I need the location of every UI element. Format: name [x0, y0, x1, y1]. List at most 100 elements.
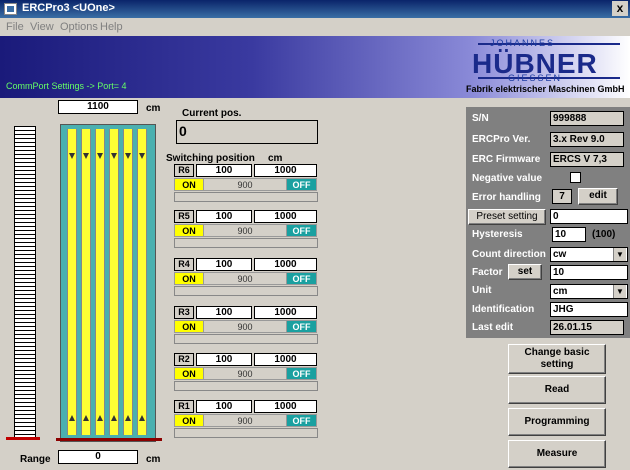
last-edit-value: 26.01.15 [550, 320, 624, 335]
switch-on-indicator: ON [174, 414, 204, 427]
switch-value-2[interactable]: 1000 [254, 164, 317, 177]
negative-value-checkbox[interactable] [570, 172, 581, 183]
programming-button[interactable]: Programming [508, 408, 606, 436]
switch-value-2[interactable]: 1000 [254, 353, 317, 366]
error-edit-button[interactable]: edit [578, 188, 618, 205]
hysteresis-hint: (100) [592, 229, 616, 240]
device-info-panel: S/N 999888 ERCPro Ver. 3.x Rev 9.0 ERC F… [466, 107, 630, 338]
app-icon [4, 3, 17, 15]
switch-status-field [174, 334, 318, 344]
switch-bar [95, 129, 105, 435]
identification-label: Identification [472, 304, 535, 315]
switch-id: R6 [174, 164, 194, 177]
error-handling-label: Error handling [472, 192, 541, 203]
firmware-label: ERC Firmware [472, 154, 541, 165]
switch-off-indicator: OFF [286, 224, 317, 237]
window-title: ERCPro3 <UOne> [22, 2, 115, 14]
menu-help[interactable]: Help [100, 21, 123, 33]
current-pos-label: Current pos. [182, 108, 242, 119]
switch-range-value: 900 [204, 320, 286, 333]
switch-value-2[interactable]: 1000 [254, 258, 317, 271]
hysteresis-input[interactable]: 10 [552, 227, 586, 242]
switch-range-value: 900 [204, 224, 286, 237]
switch-off-indicator: OFF [286, 367, 317, 380]
logo-top-text: JOHANNES [490, 38, 556, 48]
switch-value-2[interactable]: 1000 [254, 306, 317, 319]
range-label: Range [20, 454, 51, 465]
menu-options[interactable]: Options [60, 21, 98, 33]
negative-value-label: Negative value [472, 173, 543, 184]
preset-value-input[interactable]: 0 [550, 209, 628, 224]
menu-view[interactable]: View [30, 21, 54, 33]
count-direction-value: cw [553, 249, 567, 260]
unit-select[interactable]: cm ▼ [550, 284, 628, 299]
switch-value-1[interactable]: 100 [196, 400, 252, 413]
down-arrow-icon [139, 153, 145, 159]
measure-button[interactable]: Measure [508, 440, 606, 468]
chevron-down-icon[interactable]: ▼ [613, 248, 626, 261]
switch-range-value: 900 [204, 178, 286, 191]
switch-id: R4 [174, 258, 194, 271]
switch-id: R5 [174, 210, 194, 223]
switch-value-1[interactable]: 100 [196, 164, 252, 177]
sn-value: 999888 [550, 111, 624, 126]
up-arrow-icon [83, 415, 89, 421]
comm-port-status: CommPort Settings -> Port= 4 [6, 81, 127, 91]
switching-position-label: Switching position [166, 153, 255, 164]
chevron-down-icon[interactable]: ▼ [613, 285, 626, 298]
preset-setting-button[interactable]: Preset setting [468, 209, 546, 225]
down-arrow-icon [83, 153, 89, 159]
up-arrow-icon [125, 415, 131, 421]
switch-on-indicator: ON [174, 272, 204, 285]
unit-value: cm [553, 286, 568, 297]
down-arrow-icon [125, 153, 131, 159]
read-button[interactable]: Read [508, 376, 606, 404]
up-arrow-icon [111, 415, 117, 421]
switch-bar [109, 129, 119, 435]
firmware-value: ERCS V 7,3 [550, 152, 624, 167]
menu-file[interactable]: File [6, 21, 24, 33]
up-arrow-icon [69, 415, 75, 421]
scale-top-value: 1100 [58, 100, 138, 114]
switch-value-1[interactable]: 100 [196, 306, 252, 319]
switch-range-value: 900 [204, 272, 286, 285]
switch-status-field [174, 381, 318, 391]
switch-on-indicator: ON [174, 367, 204, 380]
switch-bar [67, 129, 77, 435]
switching-unit-label: cm [268, 153, 283, 164]
factor-input[interactable]: 10 [550, 265, 628, 280]
up-arrow-icon [139, 415, 145, 421]
unit-label: Unit [472, 285, 492, 296]
switch-id: R2 [174, 353, 194, 366]
switch-value-1[interactable]: 100 [196, 353, 252, 366]
count-direction-select[interactable]: cw ▼ [550, 247, 628, 262]
up-arrow-icon [97, 415, 103, 421]
switch-off-indicator: OFF [286, 414, 317, 427]
range-input[interactable]: 0 [58, 450, 138, 464]
ercpro-version-value: 3.x Rev 9.0 [550, 132, 624, 147]
bars-base-line [56, 438, 162, 441]
down-arrow-icon [69, 153, 75, 159]
switch-value-1[interactable]: 100 [196, 210, 252, 223]
scale-top-unit: cm [146, 103, 161, 114]
menu-bar: File View Options Help [0, 18, 630, 36]
switch-off-indicator: OFF [286, 178, 317, 191]
switch-value-2[interactable]: 1000 [254, 400, 317, 413]
switch-value-2[interactable]: 1000 [254, 210, 317, 223]
count-direction-label: Count direction [472, 249, 546, 260]
switch-status-field [174, 428, 318, 438]
factor-set-button[interactable]: set [508, 264, 542, 280]
switch-off-indicator: OFF [286, 320, 317, 333]
close-button[interactable]: x [612, 1, 628, 16]
switch-status-field [174, 286, 318, 296]
switch-value-1[interactable]: 100 [196, 258, 252, 271]
range-unit: cm [146, 454, 161, 465]
sn-label: S/N [472, 113, 489, 124]
header-banner: CommPort Settings -> Port= 4 JOHANNES HÜ… [0, 36, 630, 98]
switch-id: R1 [174, 400, 194, 413]
down-arrow-icon [111, 153, 117, 159]
identification-input[interactable]: JHG [550, 302, 628, 317]
ruler-base-line [6, 437, 40, 440]
change-basic-setting-button[interactable]: Change basic setting [508, 344, 606, 374]
position-ruler [14, 126, 36, 438]
